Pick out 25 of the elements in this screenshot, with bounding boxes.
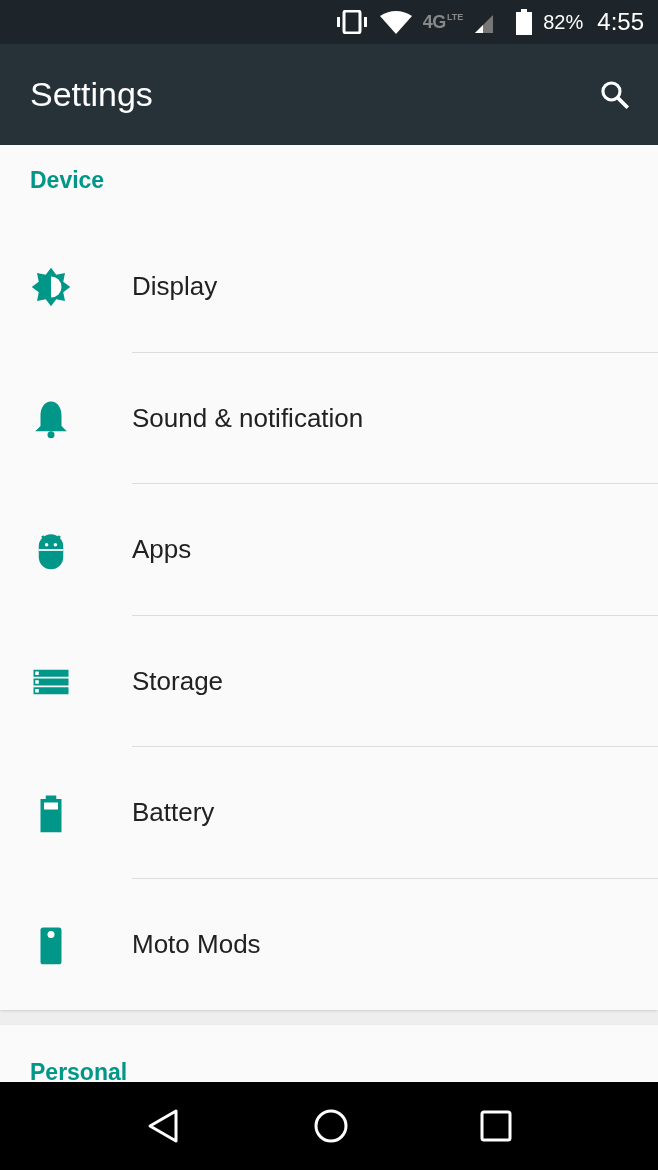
section-header: Personal	[29, 1058, 129, 1083]
settings-item[interactable]: Display	[0, 221, 658, 353]
network-type: 4G	[422, 12, 446, 31]
settings-item[interactable]: Apps	[0, 484, 658, 616]
settings-item[interactable]: Battery	[0, 747, 658, 879]
item-label: Apps	[132, 533, 192, 567]
clock: 4:55	[597, 6, 644, 37]
vibrate-icon	[334, 9, 369, 34]
item-label: Storage	[132, 664, 224, 698]
recents-icon[interactable]	[480, 1110, 513, 1143]
battery-icon	[515, 8, 534, 35]
network-subtype: LTE	[446, 12, 464, 22]
settings-item[interactable]: Moto Mods	[0, 878, 658, 1011]
item-label: Moto Mods	[132, 928, 261, 962]
item-label: Display	[132, 270, 218, 304]
settings-item[interactable]: Sound & notification	[0, 352, 658, 485]
section-header: Device	[29, 166, 106, 196]
wifi-icon	[378, 9, 413, 34]
settings-item[interactable]: Storage	[0, 615, 658, 748]
item-label: Battery	[132, 796, 215, 830]
item-label: Sound & notification	[132, 401, 364, 435]
app-bar-title: Settings	[30, 74, 153, 116]
brightness-icon	[30, 266, 72, 309]
home-icon[interactable]	[313, 1108, 349, 1145]
battery-percentage: 82%	[543, 9, 584, 35]
